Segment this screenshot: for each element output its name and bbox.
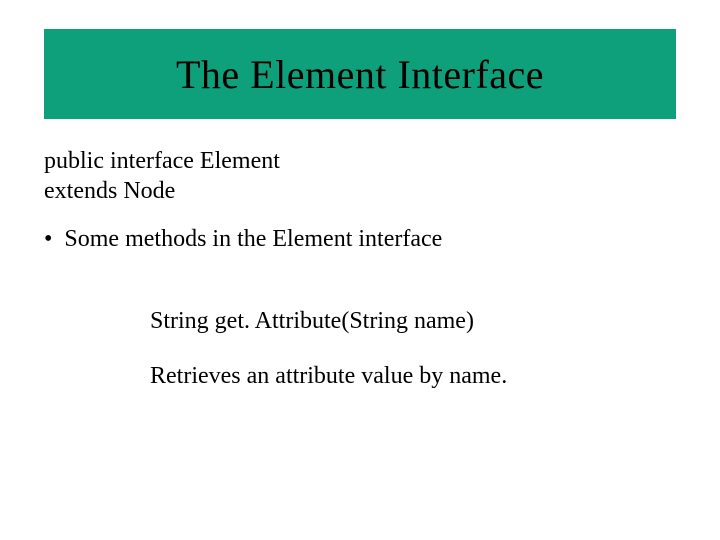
method-block: String get. Attribute(String name) Retri… bbox=[150, 306, 507, 392]
interface-declaration: public interface Element extends Node bbox=[44, 146, 280, 206]
bullet-item: • Some methods in the Element interface bbox=[44, 226, 442, 253]
bullet-marker: • bbox=[44, 226, 52, 252]
title-bar: The Element Interface bbox=[44, 29, 676, 119]
declaration-line-1: public interface Element bbox=[44, 146, 280, 176]
slide: The Element Interface public interface E… bbox=[0, 0, 720, 540]
bullet-text: Some methods in the Element interface bbox=[64, 226, 442, 253]
method-description: Retrieves an attribute value by name. bbox=[150, 361, 507, 392]
slide-title: The Element Interface bbox=[176, 51, 544, 98]
method-signature: String get. Attribute(String name) bbox=[150, 306, 507, 337]
declaration-line-2: extends Node bbox=[44, 176, 280, 206]
